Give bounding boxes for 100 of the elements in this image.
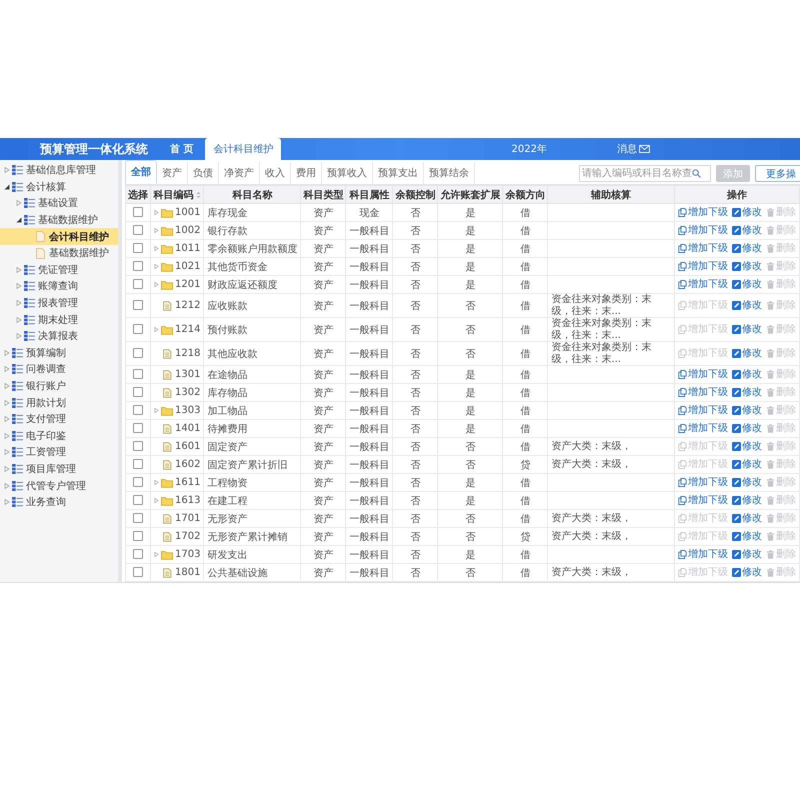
add-child-link[interactable]: 增加下级 — [678, 259, 728, 274]
row-checkbox[interactable] — [133, 300, 143, 310]
search-field[interactable]: 请输入编码或科目名称查 — [579, 165, 711, 182]
edit-link[interactable]: 修改 — [732, 241, 762, 256]
add-child-link[interactable]: 增加下级 — [678, 223, 728, 238]
row-checkbox[interactable] — [133, 441, 143, 452]
edit-link[interactable]: 修改 — [732, 511, 762, 526]
category-tab[interactable]: 负债 — [188, 162, 219, 184]
edit-link[interactable]: 修改 — [732, 529, 762, 544]
row-checkbox[interactable] — [133, 513, 143, 524]
row-checkbox[interactable] — [133, 261, 143, 272]
row-checkbox[interactable] — [133, 348, 143, 358]
add-child-link[interactable]: 增加下级 — [678, 277, 728, 292]
sidebar-group[interactable]: 期末处理 — [0, 311, 118, 328]
edit-link[interactable]: 修改 — [732, 565, 762, 580]
sidebar-group[interactable]: 问卷调查 — [0, 361, 118, 378]
edit-link[interactable]: 修改 — [732, 346, 762, 360]
sidebar-group[interactable]: 决算报表 — [0, 328, 118, 345]
sidebar-group[interactable]: 账簿查询 — [0, 278, 118, 295]
edit-link[interactable]: 修改 — [732, 298, 762, 312]
row-checkbox[interactable] — [133, 531, 143, 542]
table-cell: 一般科目 — [349, 460, 390, 470]
table-cell: 其他货币资金 — [207, 262, 268, 272]
sidebar-group[interactable]: 用款计划 — [0, 394, 118, 411]
add-child-link[interactable]: 增加下级 — [678, 547, 728, 562]
sidebar-group[interactable]: 工资管理 — [0, 444, 118, 461]
row-checkbox[interactable] — [133, 225, 143, 236]
more-button[interactable]: 更多操 — [755, 165, 800, 182]
add-child-link[interactable]: 增加下级 — [678, 493, 728, 508]
row-checkbox[interactable] — [133, 207, 143, 218]
sidebar-group[interactable]: 凭证管理 — [0, 262, 118, 278]
row-checkbox[interactable] — [133, 477, 143, 488]
row-checkbox[interactable] — [133, 387, 143, 398]
sidebar-group[interactable]: 报表管理 — [0, 294, 118, 312]
edit-link[interactable]: 修改 — [732, 385, 762, 400]
edit-link[interactable]: 修改 — [732, 277, 762, 292]
row-checkbox[interactable] — [133, 549, 143, 560]
edit-link[interactable]: 修改 — [732, 259, 762, 274]
row-checkbox[interactable] — [133, 405, 143, 416]
add-child-link[interactable]: 增加下级 — [678, 205, 728, 220]
edit-link[interactable]: 修改 — [732, 547, 762, 562]
edit-link[interactable]: 修改 — [732, 205, 762, 220]
sidebar-group[interactable]: 项目库管理 — [0, 460, 118, 478]
row-checkbox[interactable] — [133, 243, 143, 254]
messages-link[interactable]: 消息 — [617, 142, 650, 156]
header-tab[interactable]: 会计科目维护 — [205, 138, 282, 160]
sidebar-group[interactable]: 代管专户管理 — [0, 477, 118, 494]
category-tab[interactable]: 费用 — [291, 162, 322, 184]
add-child-link[interactable]: 增加下级 — [678, 241, 728, 256]
row-checkbox[interactable] — [133, 423, 143, 434]
add-child-link[interactable]: 增加下级 — [678, 421, 728, 436]
edit-link[interactable]: 修改 — [732, 403, 762, 418]
category-tab[interactable]: 预算支出 — [373, 162, 424, 184]
sort-icon[interactable] — [196, 190, 201, 198]
sidebar-group[interactable]: 基础设置 — [0, 195, 118, 212]
sidebar-group[interactable]: 基础信息库管理 — [0, 162, 118, 179]
row-checkbox[interactable] — [133, 567, 143, 578]
edit-link[interactable]: 修改 — [732, 223, 762, 238]
add-child-link[interactable]: 增加下级 — [678, 385, 728, 400]
edit-link[interactable]: 修改 — [732, 493, 762, 508]
table-cell: 资产 — [313, 568, 334, 578]
edit-link[interactable]: 修改 — [732, 475, 762, 490]
row-checkbox[interactable] — [133, 279, 143, 290]
row-checkbox[interactable] — [133, 324, 143, 334]
table-cell: 在途物品 — [207, 370, 248, 380]
edit-link[interactable]: 修改 — [732, 322, 762, 336]
add-child-link[interactable]: 增加下级 — [678, 403, 728, 418]
table-cell: 库存物品 — [207, 388, 248, 398]
edit-link[interactable]: 修改 — [732, 367, 762, 382]
add-document-icon — [678, 300, 687, 310]
sidebar-group[interactable]: 业务查询 — [0, 494, 118, 510]
row-checkbox[interactable] — [133, 459, 143, 470]
category-tab[interactable]: 收入 — [260, 162, 291, 184]
sidebar-group[interactable]: 基础数据维护 — [0, 212, 118, 228]
search-icon[interactable] — [692, 169, 701, 178]
sidebar-group[interactable]: 会计核算 — [0, 178, 118, 196]
table-cell: 1002 — [175, 225, 200, 236]
category-tab[interactable]: 净资产 — [219, 162, 260, 184]
edit-link[interactable]: 修改 — [732, 457, 762, 472]
sidebar-item[interactable]: 会计科目维护 — [0, 228, 118, 245]
expander-icon[interactable] — [16, 217, 22, 224]
category-tab[interactable]: 资产 — [157, 162, 188, 184]
table-cell: 1301 — [175, 369, 200, 380]
category-tab[interactable]: 全部 — [125, 160, 157, 184]
table-cell: 一般科目 — [349, 324, 390, 336]
sidebar-item[interactable]: 基础数据维护 — [0, 244, 118, 262]
sidebar-group[interactable]: 电子印鉴 — [0, 428, 118, 444]
category-tab[interactable]: 预算收入 — [322, 162, 373, 184]
header-tab[interactable]: 首 页 — [162, 138, 202, 160]
row-checkbox[interactable] — [133, 495, 143, 506]
add-child-link[interactable]: 增加下级 — [678, 367, 728, 382]
add-child-link[interactable]: 增加下级 — [678, 475, 728, 490]
category-tab[interactable]: 预算结余 — [424, 162, 475, 184]
edit-link[interactable]: 修改 — [732, 421, 762, 436]
expander-icon[interactable] — [4, 184, 10, 190]
row-checkbox[interactable] — [133, 369, 143, 380]
sidebar-group[interactable]: 预算编制 — [0, 344, 118, 362]
sidebar-group[interactable]: 支付管理 — [0, 410, 118, 428]
sidebar-group[interactable]: 银行账户 — [0, 378, 118, 394]
edit-link[interactable]: 修改 — [732, 439, 762, 454]
